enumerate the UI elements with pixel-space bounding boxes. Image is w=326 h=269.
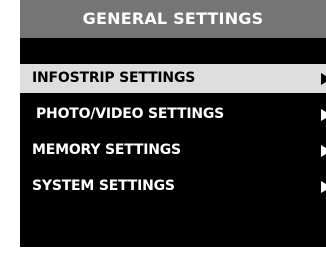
menu-item-label: INFOSTRIP SETTINGS — [32, 70, 196, 86]
triangle-right-icon — [321, 181, 326, 193]
menu-item-system-settings[interactable]: SYSTEM SETTINGS — [20, 172, 326, 201]
triangle-right-icon — [321, 109, 326, 121]
settings-menu: INFOSTRIP SETTINGS PHOTO/VIDEO SETTINGS … — [20, 64, 326, 208]
triangle-right-icon — [321, 73, 326, 85]
settings-screen: GENERAL SETTINGS INFOSTRIP SETTINGS PHOT… — [20, 0, 326, 247]
menu-item-infostrip-settings[interactable]: INFOSTRIP SETTINGS — [20, 64, 326, 93]
menu-item-photo-video-settings[interactable]: PHOTO/VIDEO SETTINGS — [20, 100, 326, 129]
menu-item-label: SYSTEM SETTINGS — [32, 178, 175, 194]
triangle-right-icon — [321, 145, 326, 157]
menu-item-memory-settings[interactable]: MEMORY SETTINGS — [20, 136, 326, 165]
page-title: GENERAL SETTINGS — [20, 0, 326, 38]
menu-item-label: MEMORY SETTINGS — [32, 142, 181, 158]
menu-item-label: PHOTO/VIDEO SETTINGS — [36, 106, 225, 122]
